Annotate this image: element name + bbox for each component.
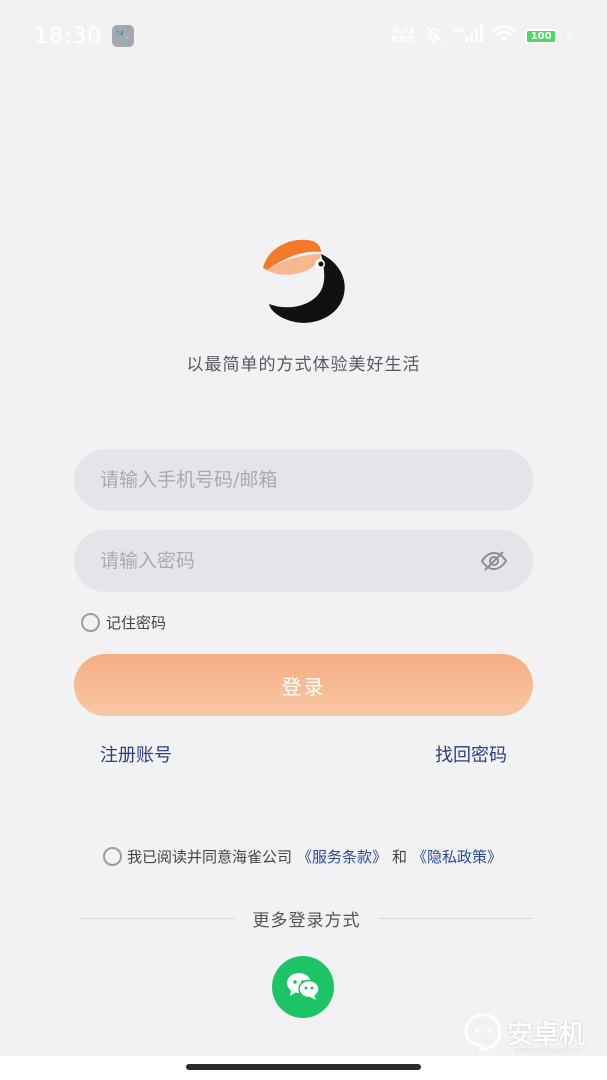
status-right: 0.33 KB/S HD 100 ⚡ — [392, 23, 575, 50]
register-link[interactable]: 注册账号 — [100, 741, 172, 767]
signal-icon: HD — [453, 24, 484, 49]
phone-email-field[interactable] — [74, 449, 533, 511]
login-button[interactable]: 登录 — [74, 654, 533, 716]
more-login-label: 更多登录方式 — [252, 910, 361, 931]
forgot-password-link[interactable]: 找回密码 — [435, 741, 507, 767]
status-bar: 18:30 🔧 0.33 KB/S HD 100 ⚡ — [0, 0, 607, 72]
battery-level: 100 — [530, 30, 552, 42]
remember-password-radio[interactable] — [81, 613, 100, 632]
password-input[interactable] — [100, 550, 479, 572]
wechat-icon — [285, 971, 321, 1004]
wechat-login-button[interactable] — [272, 956, 334, 1018]
home-indicator[interactable] — [186, 1064, 421, 1070]
more-login-row: 更多登录方式 — [80, 906, 533, 931]
hd-label: HD — [453, 26, 465, 34]
eye-off-icon[interactable] — [479, 546, 509, 576]
agreement-prefix: 我已阅读并同意海雀公司 — [127, 848, 293, 866]
watermark-text: 安卓机 — [506, 1019, 585, 1050]
divider-right — [378, 917, 533, 919]
watermark-url: www.anzhuoji.cn — [513, 1046, 581, 1055]
wifi-icon — [491, 24, 517, 49]
status-left: 18:30 🔧 — [34, 23, 135, 49]
agreement-row: 我已阅读并同意海雀公司 《服务条款》和《隐私政策》 — [103, 846, 502, 867]
status-time: 18:30 — [34, 23, 103, 49]
password-field[interactable] — [74, 530, 533, 592]
app-logo — [259, 236, 349, 326]
bell-muted-icon — [423, 23, 445, 50]
wrench-icon: 🔧 — [112, 25, 135, 47]
terms-link[interactable]: 《服务条款》 — [297, 846, 387, 867]
remember-password-label: 记住密码 — [106, 614, 167, 632]
app-tagline: 以最简单的方式体验美好生活 — [186, 355, 421, 375]
divider-left — [80, 917, 235, 919]
agreement-radio[interactable] — [103, 847, 122, 866]
phone-email-input[interactable] — [100, 469, 509, 491]
network-speed: 0.33 KB/S — [392, 27, 416, 45]
battery-icon: 100 — [525, 28, 558, 44]
agreement-and: 和 — [392, 848, 408, 866]
charging-icon: ⚡ — [565, 28, 575, 44]
watermark-logo-icon — [464, 1013, 502, 1052]
remember-password-option[interactable]: 记住密码 — [81, 612, 166, 633]
network-speed-unit: KB/S — [391, 35, 416, 45]
privacy-link[interactable]: 《隐私政策》 — [412, 846, 502, 867]
